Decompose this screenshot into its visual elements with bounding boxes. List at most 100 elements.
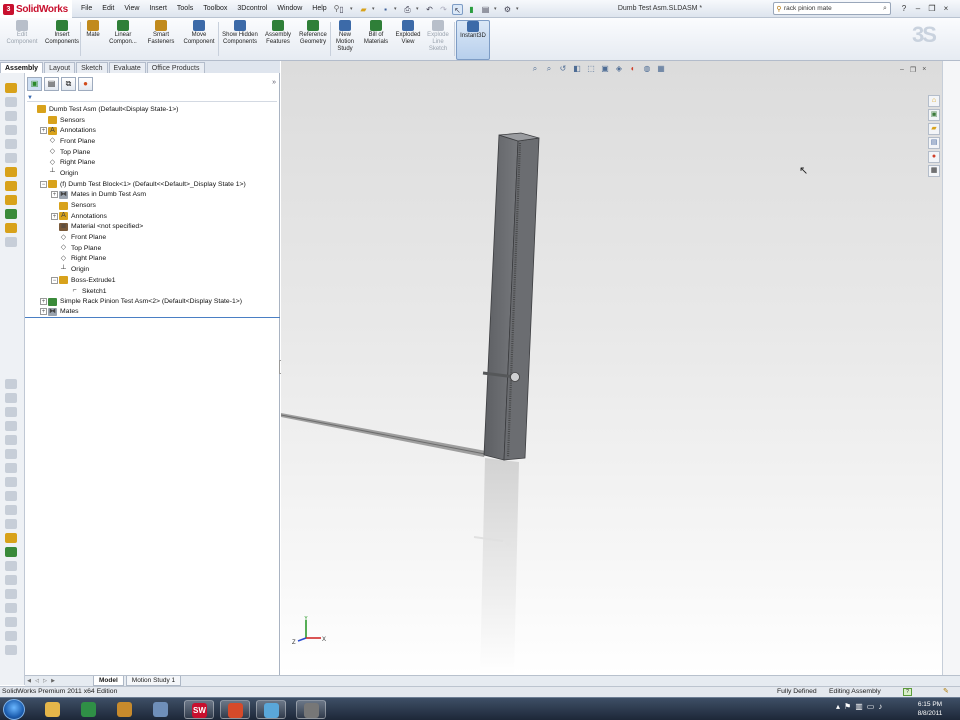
- new-document-icon[interactable]: ▯: [336, 4, 347, 15]
- rebuild-icon[interactable]: ▮: [466, 4, 477, 15]
- left-toolbar-tool-icon[interactable]: [5, 167, 17, 177]
- tree-filter[interactable]: ▼: [27, 94, 277, 102]
- file-properties-icon[interactable]: ▤: [480, 4, 491, 15]
- tree-expander-icon[interactable]: −: [51, 276, 58, 284]
- taskbar-chrome-button[interactable]: [74, 700, 104, 719]
- left-toolbar-tool-icon[interactable]: [5, 153, 17, 163]
- tree-item[interactable]: ⌐ Sketch1: [25, 286, 280, 297]
- tree-item[interactable]: Dumb Test Asm (Default<Display State-1>): [25, 104, 280, 115]
- tray-arrow-icon[interactable]: ▴: [836, 702, 840, 711]
- help-icon[interactable]: ?: [898, 2, 910, 15]
- configuration-manager-tab-icon[interactable]: ⧉: [61, 77, 76, 91]
- left-toolbar-tool-icon[interactable]: [5, 181, 17, 191]
- tree-item[interactable]: ◇ Front Plane: [25, 136, 280, 147]
- edit-appearance-icon[interactable]: ◐: [628, 64, 638, 74]
- new-motion-study-button[interactable]: New Motion Study: [333, 20, 357, 60]
- explode-line-sketch-button[interactable]: Explode Line Sketch: [425, 20, 451, 60]
- menu-view[interactable]: View: [119, 0, 144, 18]
- tree-expander-icon[interactable]: +: [40, 298, 47, 306]
- left-toolbar-tool-icon[interactable]: [5, 97, 17, 107]
- left-toolbar-tool-icon[interactable]: [5, 393, 17, 403]
- tree-item[interactable]: ┴ Origin: [25, 168, 280, 179]
- tree-item[interactable]: − (f) Dumb Test Block<1> (Default<<Defaul…: [25, 179, 280, 190]
- search-icon[interactable]: ⌕: [880, 5, 890, 13]
- tree-expander-icon[interactable]: +: [40, 127, 47, 135]
- taskbar-unknown-button[interactable]: [220, 700, 250, 719]
- appearances-scenes-icon[interactable]: ●: [928, 151, 940, 163]
- feature-tree-tab-icon[interactable]: ▣: [27, 77, 42, 91]
- custom-properties-icon[interactable]: ▦: [928, 165, 940, 177]
- status-pencil-icon[interactable]: ✎: [943, 687, 949, 697]
- apply-scene-icon[interactable]: ◍: [642, 64, 652, 74]
- edit-component-button[interactable]: Edit Component: [3, 20, 41, 60]
- zoom-to-fit-icon[interactable]: ⌕: [530, 64, 540, 74]
- left-toolbar-tool-icon[interactable]: [5, 645, 17, 655]
- insert-components-button[interactable]: Insert Components: [43, 20, 81, 60]
- restore-icon[interactable]: ❐: [926, 2, 938, 15]
- zoom-to-area-icon[interactable]: ⌕: [544, 64, 554, 74]
- left-toolbar-tool-icon[interactable]: [5, 477, 17, 487]
- solidworks-resources-icon[interactable]: ⌂: [928, 95, 940, 107]
- left-toolbar-tool-icon[interactable]: [5, 83, 17, 93]
- left-toolbar-tool-icon[interactable]: [5, 631, 17, 641]
- menu-tools[interactable]: Tools: [172, 0, 198, 18]
- select-pointer-icon[interactable]: ↖: [452, 3, 463, 15]
- view-orientation-icon[interactable]: ⬚: [586, 64, 596, 74]
- start-button[interactable]: [3, 699, 25, 720]
- model-viewport[interactable]: [281, 61, 942, 675]
- next-tab-icon[interactable]: ▷: [41, 678, 49, 684]
- tree-item[interactable]: + A Annotations: [25, 211, 280, 222]
- tree-item[interactable]: + Simple Rack Pinion Test Asm<2> (Default…: [25, 296, 280, 307]
- tray-volume-icon[interactable]: ♪: [878, 702, 882, 711]
- left-toolbar-tool-icon[interactable]: [5, 463, 17, 473]
- left-toolbar-tool-icon[interactable]: [5, 589, 17, 599]
- tab-model[interactable]: Model: [93, 676, 124, 686]
- tree-item[interactable]: ◇ Right Plane: [25, 157, 280, 168]
- taskbar-explorer-button[interactable]: [38, 700, 68, 719]
- left-toolbar-tool-icon[interactable]: [5, 195, 17, 205]
- tab-sketch[interactable]: Sketch: [76, 62, 108, 73]
- view-settings-icon[interactable]: ▦: [656, 64, 666, 74]
- linear-compon-button[interactable]: Linear Compon...: [106, 20, 140, 60]
- taskbar-clock[interactable]: 6:15 PM 8/8/2011: [908, 700, 952, 718]
- left-toolbar-tool-icon[interactable]: [5, 505, 17, 515]
- options-gear-icon[interactable]: ⚙: [502, 4, 513, 15]
- taskbar-window-button[interactable]: [296, 700, 326, 719]
- tree-item[interactable]: + ⧓ Mates in Dumb Test Asm: [25, 190, 280, 201]
- open-dropdown-icon[interactable]: ▾: [372, 4, 377, 15]
- mate-button[interactable]: Mate: [82, 20, 104, 60]
- left-toolbar-tool-icon[interactable]: [5, 209, 17, 219]
- left-toolbar-tool-icon[interactable]: [5, 533, 17, 543]
- search-input[interactable]: rack pinion mate: [784, 5, 880, 12]
- hide-show-items-icon[interactable]: ◈: [614, 64, 624, 74]
- left-toolbar-tool-icon[interactable]: [5, 603, 17, 613]
- tree-item[interactable]: ◇ Top Plane: [25, 147, 280, 158]
- tree-expander-icon[interactable]: −: [40, 180, 47, 188]
- tree-expander-icon[interactable]: +: [51, 191, 58, 199]
- menu-edit[interactable]: Edit: [97, 0, 119, 18]
- menu-insert[interactable]: Insert: [144, 0, 172, 18]
- taskbar-cmd-window-button[interactable]: [256, 700, 286, 719]
- print-dropdown-icon[interactable]: ▾: [416, 4, 421, 15]
- search-scope-icon[interactable]: ⚲: [774, 5, 784, 13]
- tab-layout[interactable]: Layout: [44, 62, 76, 73]
- assembly-features-button[interactable]: Assembly Features: [262, 20, 294, 60]
- options-dropdown-icon[interactable]: ▾: [516, 4, 521, 15]
- tree-item[interactable]: + A Annotations: [25, 125, 280, 136]
- tree-item[interactable]: ┴ Origin: [25, 264, 280, 275]
- design-library-icon[interactable]: ▣: [928, 109, 940, 121]
- taskbar-solidworks-button[interactable]: SW: [184, 700, 214, 719]
- print-icon[interactable]: ⎙: [402, 4, 413, 15]
- viewport-restore-icon[interactable]: ❐: [910, 66, 916, 74]
- tray-flag-icon[interactable]: ⚑: [844, 702, 851, 711]
- property-manager-tab-icon[interactable]: ▤: [44, 77, 59, 91]
- save-dropdown-icon[interactable]: ▾: [394, 4, 399, 15]
- tree-item[interactable]: − Boss-Extrude1: [25, 275, 280, 286]
- left-toolbar-tool-icon[interactable]: [5, 407, 17, 417]
- minimize-icon[interactable]: –: [912, 2, 924, 15]
- quick-tips-icon[interactable]: ?: [903, 688, 912, 696]
- menu-toolbox[interactable]: Toolbox: [198, 0, 232, 18]
- redo-icon[interactable]: ↷: [438, 4, 449, 15]
- left-toolbar-tool-icon[interactable]: [5, 237, 17, 247]
- prev-tab-icon[interactable]: ◁: [33, 678, 41, 684]
